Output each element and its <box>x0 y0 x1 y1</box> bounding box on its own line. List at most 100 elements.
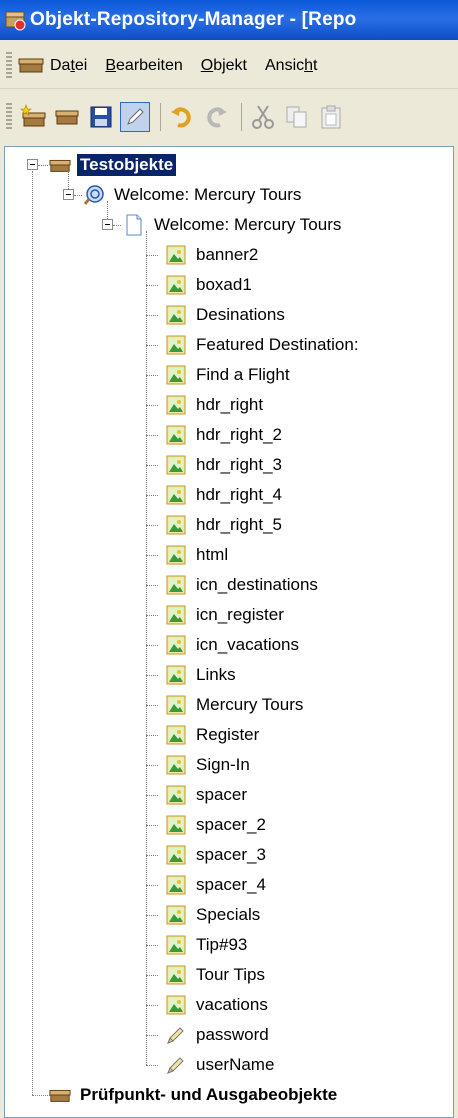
tree-node-edit-field[interactable]: password <box>165 1021 272 1049</box>
edit-field-icon <box>165 1024 187 1046</box>
tree-connector <box>146 1065 158 1066</box>
tree-connector <box>146 765 158 766</box>
cut-button[interactable] <box>248 102 278 132</box>
menu-ansicht[interactable]: Ansic h t <box>265 57 317 75</box>
tree-node-image[interactable]: boxad1 <box>165 271 255 299</box>
tree-node-image[interactable]: Links <box>165 661 239 689</box>
tree-connector <box>113 225 121 226</box>
tree-node-image[interactable]: Find a Flight <box>165 361 293 389</box>
cut-icon <box>252 105 274 129</box>
edit-field-icon <box>165 1054 187 1076</box>
tree-node-image[interactable]: spacer_3 <box>165 841 269 869</box>
menu-label-part: bjekt <box>213 57 247 74</box>
tree-node-label: html <box>196 545 229 564</box>
tree-node-image[interactable]: Register <box>165 721 262 749</box>
tree-connector <box>32 1095 50 1096</box>
tree-node-image[interactable]: hdr_right_5 <box>165 511 285 539</box>
image-icon <box>165 694 187 716</box>
tree-node-label: Tip#93 <box>196 935 248 954</box>
tree-node-image[interactable]: Tip#93 <box>165 931 250 959</box>
tree-node-image[interactable]: hdr_right_3 <box>165 451 285 479</box>
object-icon <box>55 110 79 125</box>
tree-node-image[interactable]: html <box>165 541 231 569</box>
tree-node-image[interactable]: Desinations <box>165 301 288 329</box>
image-icon <box>165 634 187 656</box>
image-icon <box>165 484 187 506</box>
tree-connector <box>146 1035 158 1036</box>
tree-node-label: spacer <box>196 785 248 804</box>
copy-button[interactable] <box>282 102 312 132</box>
tree-node-image[interactable]: Specials <box>165 901 263 929</box>
object-tree[interactable]: Testobjekte Welcome: Mercury Tours Welcome… <box>4 146 454 1118</box>
image-icon <box>165 784 187 806</box>
tree-node-image[interactable]: spacer_4 <box>165 871 269 899</box>
tree-node-label: vacations <box>196 995 268 1014</box>
tree-node-image[interactable]: spacer_2 <box>165 811 269 839</box>
tree-node-label: boxad1 <box>196 275 252 294</box>
image-icon <box>165 394 187 416</box>
tree-node-image[interactable]: banner2 <box>165 241 261 269</box>
object-button[interactable] <box>52 102 82 132</box>
menu-objekt[interactable]: Objekt <box>201 57 247 75</box>
tree-connector <box>146 255 158 256</box>
expand-browser-toggle[interactable] <box>63 189 74 200</box>
tree-node-image[interactable]: icn_vacations <box>165 631 302 659</box>
new-object-button[interactable] <box>18 102 48 132</box>
tree-connector <box>38 165 48 166</box>
image-icon <box>165 904 187 926</box>
tree-connector <box>32 171 33 1095</box>
menu-label-part: Ansic <box>265 57 305 74</box>
menu-label-part: earbeiten <box>116 57 183 74</box>
save-button[interactable] <box>86 102 116 132</box>
tree-connector <box>146 855 158 856</box>
paste-button[interactable] <box>316 102 346 132</box>
tree-node-image[interactable]: Mercury Tours <box>165 691 306 719</box>
menu-access-key: h <box>304 57 314 74</box>
tree-connector <box>146 435 158 436</box>
menu-bearbeiten[interactable]: Bearbeiten <box>105 57 182 75</box>
tree-connector <box>146 375 158 376</box>
tree-node-image[interactable]: spacer <box>165 781 250 809</box>
tree-connector <box>146 285 158 286</box>
tree-node-browser[interactable]: Welcome: Mercury Tours <box>83 181 304 209</box>
menu-datei[interactable]: Da t ei <box>50 57 87 75</box>
tree-node-image[interactable]: icn_destinations <box>165 571 321 599</box>
tree-connector <box>146 735 158 736</box>
tree-node-image[interactable]: Tour Tips <box>165 961 268 989</box>
expand-root-toggle[interactable] <box>27 159 38 170</box>
image-icon <box>165 844 187 866</box>
image-icon <box>165 874 187 896</box>
tree-node-label: Testobjekte <box>77 154 177 176</box>
undo-button[interactable] <box>167 102 197 132</box>
tree-connector <box>146 885 158 886</box>
tree-connector <box>146 795 158 796</box>
redo-button[interactable] <box>201 102 231 132</box>
image-icon <box>165 514 187 536</box>
tree-node-image[interactable]: icn_register <box>165 601 287 629</box>
tree-node-image[interactable]: hdr_right_4 <box>165 481 285 509</box>
menu-label-part: ei <box>74 57 88 74</box>
image-icon <box>165 304 187 326</box>
browser-icon <box>83 184 105 206</box>
toolbar-grip[interactable] <box>6 103 12 131</box>
object-repository-icon <box>49 1084 71 1106</box>
tree-connector <box>146 975 158 976</box>
edit-button[interactable] <box>120 102 150 132</box>
menu-bar: Da t ei Bearbeiten Objekt Ansic h t <box>0 44 458 89</box>
tree-connector <box>146 1005 158 1006</box>
tree-node-label: Mercury Tours <box>196 695 304 714</box>
tree-connector <box>107 201 108 219</box>
tree-node-label: userName <box>196 1055 275 1074</box>
tree-node-edit-field[interactable]: userName <box>165 1051 277 1079</box>
tree-node-image[interactable]: Sign-In <box>165 751 253 779</box>
tree-node-image[interactable]: vacations <box>165 991 271 1019</box>
menu-grip[interactable] <box>6 52 12 80</box>
tree-node-page[interactable]: Welcome: Mercury Tours <box>123 211 344 239</box>
tree-node-checkpoints[interactable]: Prüfpunkt- und Ausgabeobjekte <box>49 1081 340 1109</box>
tree-node-image[interactable]: Featured Destination: <box>165 331 362 359</box>
tree-node-image[interactable]: hdr_right <box>165 391 266 419</box>
tree-node-image[interactable]: hdr_right_2 <box>165 421 285 449</box>
expand-page-toggle[interactable] <box>102 219 113 230</box>
tree-connector <box>146 915 158 916</box>
tree-node-label: spacer_4 <box>196 875 266 894</box>
